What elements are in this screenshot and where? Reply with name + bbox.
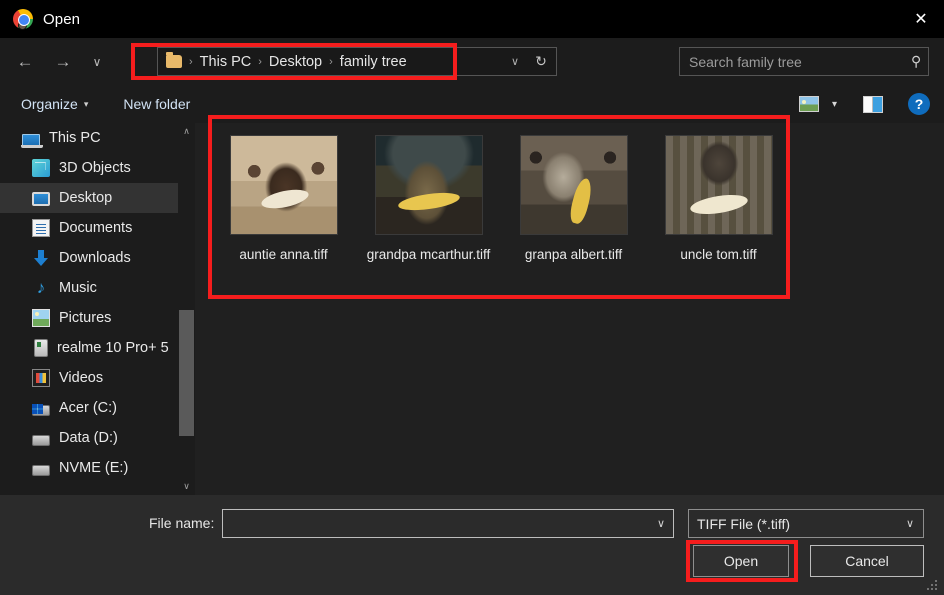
navigation-sidebar[interactable]: This PC 3D Objects Desktop Documents Dow… — [0, 123, 178, 495]
close-icon[interactable]: ✕ — [898, 0, 944, 38]
sidebar-item-label: Data (D:) — [59, 430, 118, 446]
file-type-value: TIFF File (*.tiff) — [697, 515, 791, 532]
sidebar-scrollbar[interactable]: ∧ ∨ — [178, 123, 195, 495]
file-list[interactable]: auntie anna.tiff grandpa mcarthur.tiff g… — [195, 123, 944, 495]
file-name-label: auntie anna.tiff — [239, 247, 328, 262]
breadcrumb-item-family-tree[interactable]: family tree — [340, 54, 407, 70]
sidebar-item-label: Pictures — [59, 310, 112, 326]
view-mode-icon[interactable] — [798, 96, 819, 112]
sidebar-item-realme-phone[interactable]: realme 10 Pro+ 5 — [0, 333, 178, 363]
refresh-icon[interactable]: ↻ — [528, 48, 554, 75]
scrollbar-thumb[interactable] — [179, 310, 194, 436]
this-pc-icon — [21, 133, 43, 148]
sidebar-item-label: Music — [59, 280, 97, 296]
help-icon[interactable]: ? — [908, 93, 930, 115]
chrome-icon — [13, 9, 33, 30]
sidebar-item-label: 3D Objects — [59, 160, 131, 176]
file-thumbnail[interactable] — [374, 135, 483, 235]
drive-icon — [32, 434, 50, 446]
sidebar-item-label: Documents — [59, 220, 133, 236]
avatar — [18, 21, 27, 30]
sidebar-item-3d-objects[interactable]: 3D Objects — [0, 153, 178, 183]
drive-icon — [32, 403, 50, 416]
file-type-select[interactable]: TIFF File (*.tiff) ∨ — [688, 509, 924, 538]
documents-icon — [32, 219, 50, 237]
chevron-down-icon[interactable]: ∨ — [657, 517, 665, 530]
file-name-input[interactable]: ∨ — [222, 509, 674, 538]
sidebar-item-this-pc[interactable]: This PC — [0, 123, 178, 153]
window-title: Open — [43, 10, 81, 28]
file-thumbnail[interactable] — [519, 135, 628, 235]
new-folder-button[interactable]: New folder — [123, 96, 190, 112]
command-bar-right: ▾ ? — [798, 85, 930, 123]
open-button[interactable]: Open — [693, 545, 789, 577]
chevron-down-icon: ▾ — [83, 98, 89, 109]
videos-icon — [32, 369, 50, 387]
sidebar-item-data-d[interactable]: Data (D:) — [0, 423, 178, 453]
chevron-down-icon[interactable]: ▾ — [832, 99, 837, 110]
downloads-icon — [32, 249, 50, 267]
file-thumbnail[interactable] — [229, 135, 338, 235]
chevron-down-icon[interactable]: ∨ — [906, 517, 914, 530]
file-thumbnail[interactable] — [664, 135, 773, 235]
breadcrumb-item-this-pc[interactable]: This PC — [200, 54, 252, 70]
organize-label: Organize — [21, 96, 78, 112]
sidebar-item-videos[interactable]: Videos — [0, 363, 178, 393]
phone-icon — [34, 339, 48, 357]
forward-icon[interactable]: → — [48, 47, 78, 77]
file-item[interactable]: granpa albert.tiff — [502, 135, 645, 263]
open-file-dialog: Open ✕ ← → ∨ ↑ › This PC › Desktop › fam… — [0, 0, 944, 595]
sidebar-item-label: Videos — [59, 370, 104, 386]
sidebar-item-nvme-e[interactable]: NVME (E:) — [0, 453, 178, 483]
sidebar-item-label: NVME (E:) — [59, 460, 129, 476]
scroll-up-icon[interactable]: ∧ — [178, 123, 195, 140]
scroll-down-icon[interactable]: ∨ — [178, 478, 195, 495]
file-name-label: granpa albert.tiff — [524, 247, 623, 262]
sidebar-item-label: Desktop — [59, 190, 113, 206]
3d-objects-icon — [32, 159, 50, 177]
back-icon[interactable]: ← — [10, 47, 40, 77]
sidebar-item-music[interactable]: ♪ Music — [0, 273, 178, 303]
title-bar: Open ✕ — [0, 0, 944, 38]
music-icon: ♪ — [36, 278, 46, 297]
recent-locations-icon[interactable]: ∨ — [82, 47, 112, 77]
preview-pane-icon[interactable] — [863, 95, 883, 113]
file-item[interactable]: auntie anna.tiff — [212, 135, 355, 263]
file-item[interactable]: grandpa mcarthur.tiff — [357, 135, 500, 263]
command-bar: Organize ▾ New folder ▾ ? — [0, 85, 944, 123]
sidebar-item-label: Downloads — [59, 250, 131, 266]
sidebar-item-acer-c[interactable]: Acer (C:) — [0, 393, 178, 423]
chevron-down-icon[interactable]: ∨ — [504, 48, 526, 75]
cancel-button[interactable]: Cancel — [810, 545, 924, 577]
organize-button[interactable]: Organize ▾ — [21, 96, 88, 112]
file-name-label-text: File name: — [149, 515, 215, 531]
breadcrumb-separator: › — [329, 55, 333, 68]
search-input[interactable]: Search family tree ⚲ — [679, 47, 929, 76]
folder-icon — [166, 52, 182, 68]
desktop-icon — [32, 192, 50, 206]
breadcrumb-separator: › — [189, 55, 193, 68]
sidebar-item-label: Acer (C:) — [59, 400, 117, 416]
sidebar-item-pictures[interactable]: Pictures — [0, 303, 178, 333]
sidebar-item-label: This PC — [49, 130, 101, 146]
file-name-label: grandpa mcarthur.tiff — [366, 247, 491, 262]
sidebar-item-documents[interactable]: Documents — [0, 213, 178, 243]
breadcrumb-separator: › — [258, 55, 262, 68]
breadcrumb-item-desktop[interactable]: Desktop — [269, 54, 322, 70]
sidebar-item-downloads[interactable]: Downloads — [0, 243, 178, 273]
file-item[interactable]: uncle tom.tiff — [647, 135, 790, 263]
file-tiles-area: auntie anna.tiff grandpa mcarthur.tiff g… — [212, 135, 792, 263]
resize-grip-icon[interactable] — [927, 579, 939, 591]
sidebar-item-desktop[interactable]: Desktop — [0, 183, 178, 213]
search-placeholder: Search family tree — [689, 53, 802, 70]
pictures-icon — [32, 309, 50, 327]
search-icon[interactable]: ⚲ — [911, 53, 921, 70]
file-name-label: uncle tom.tiff — [680, 247, 757, 262]
breadcrumb-bar[interactable]: › This PC › Desktop › family tree ∨ ↻ — [157, 47, 557, 76]
sidebar-item-label: realme 10 Pro+ 5 — [57, 340, 169, 356]
drive-icon — [32, 464, 50, 476]
up-icon[interactable]: ↑ — [118, 47, 148, 77]
